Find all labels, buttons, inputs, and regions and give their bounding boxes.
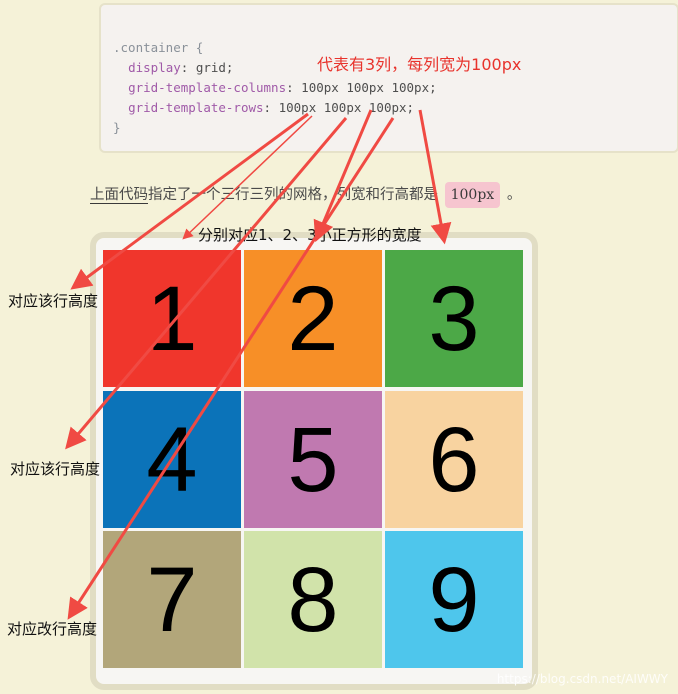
description-text: 上面代码指定了一个三行三列的网格，列宽和行高都是 100px 。 <box>90 180 521 210</box>
code-property: grid-template-columns <box>128 80 287 95</box>
code-close-brace: } <box>113 120 121 135</box>
code-open-brace: { <box>195 40 204 55</box>
grid-cell-7: 7 <box>103 531 241 668</box>
code-line-display: display: grid; <box>128 60 234 75</box>
code-value: 100px 100px 100px; <box>301 80 437 95</box>
code-line-rows: grid-template-rows: 100px 100px 100px; <box>128 100 415 115</box>
columns-annotation: 代表有3列，每列宽为100px <box>317 55 522 74</box>
description-middle: 指定了一个三行三列的网格，列宽和行高都是 <box>148 187 438 203</box>
value-pill: 100px <box>444 182 501 208</box>
grid-cell-3: 3 <box>385 250 523 387</box>
description-end: 。 <box>506 187 522 203</box>
row-annotation-3: 对应改行高度 <box>7 620 98 638</box>
grid-cell-9: 9 <box>385 531 523 668</box>
code-close-line: } <box>113 120 121 135</box>
grid-cell-1: 1 <box>103 250 241 387</box>
code-property: grid-template-rows <box>128 100 264 115</box>
code-value: 100px 100px 100px; <box>278 100 415 115</box>
grid-cell-8: 8 <box>244 531 382 668</box>
watermark: https://blog.csdn.net/AIWWY <box>496 672 668 686</box>
code-property: display <box>128 60 181 75</box>
widths-annotation: 分别对应1、2、3小正方形的宽度 <box>198 226 422 244</box>
grid-cell-5: 5 <box>244 391 382 528</box>
grid-cell-4: 4 <box>103 391 241 528</box>
code-selector: .container <box>113 40 189 55</box>
code-selector-line: .container { <box>113 40 203 55</box>
code-line-columns: grid-template-columns: 100px 100px 100px… <box>128 80 437 95</box>
grid-cell-2: 2 <box>244 250 382 387</box>
description-underlined: 上面代码 <box>90 187 148 204</box>
row-annotation-2: 对应该行高度 <box>10 460 101 478</box>
row-annotation-1: 对应该行高度 <box>8 292 99 310</box>
code-block: .container { display: grid; grid-templat… <box>99 3 678 153</box>
code-value: grid; <box>195 60 234 75</box>
grid-cell-6: 6 <box>385 391 523 528</box>
